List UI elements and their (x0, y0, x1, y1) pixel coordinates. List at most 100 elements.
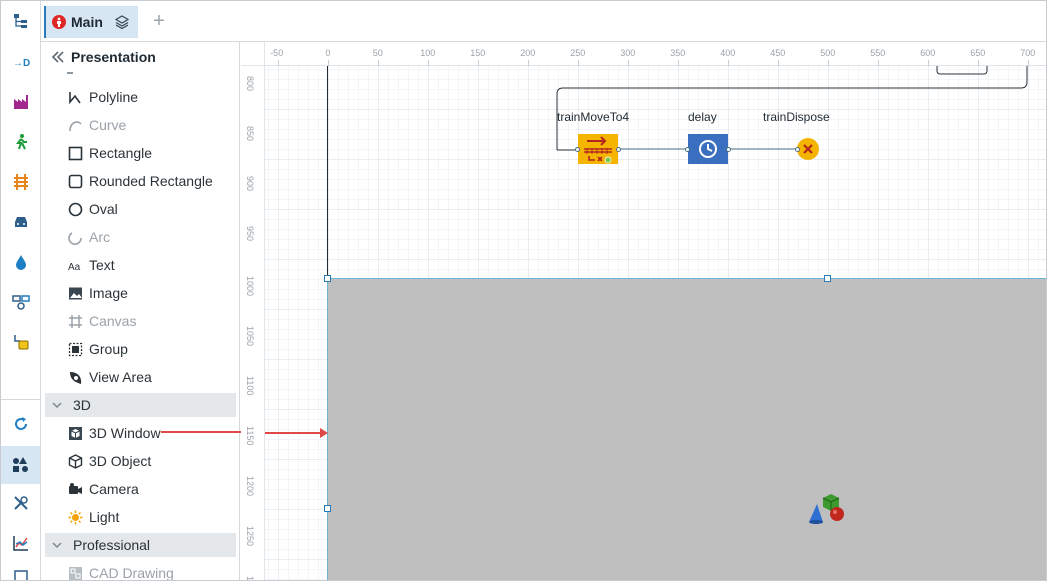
out-port[interactable] (616, 147, 621, 152)
out-port[interactable] (726, 147, 731, 152)
palette-item-label: Curve (89, 117, 127, 133)
cad-drawing-icon (67, 565, 83, 580)
palette-item-text[interactable]: Aa Text (67, 251, 115, 279)
rail-library-icon[interactable] (1, 165, 40, 199)
ruler-tick-label: 600 (920, 48, 936, 58)
view-area-icon (67, 369, 83, 385)
ruler-tick (928, 60, 929, 66)
ruler-tick (678, 60, 679, 66)
palette-item-cad-drawing[interactable]: CAD Drawing (67, 559, 174, 580)
resize-handle-middle-left[interactable] (324, 505, 331, 512)
ruler-tick (978, 60, 979, 66)
resize-handle-top-left[interactable] (324, 275, 331, 282)
presentation-palette-icon[interactable] (1, 446, 40, 484)
ruler-tick-label: -50 (270, 48, 284, 58)
3d-window-shape[interactable] (327, 278, 1046, 580)
palette-item-rounded-rectangle[interactable]: Rounded Rectangle (67, 167, 213, 195)
more-palette-icon[interactable] (1, 566, 40, 580)
palette-item-label: Oval (89, 201, 118, 217)
palette-item-image[interactable]: Image (67, 279, 128, 307)
material-handling-icon[interactable] (1, 285, 40, 319)
rectangle-icon (67, 145, 83, 161)
scrolled-item-remnant (67, 72, 73, 74)
ruler-tick (778, 60, 779, 66)
analysis-palette-icon[interactable] (1, 526, 40, 560)
graphical-editor[interactable]: trainMoveTo4 delay trainDispose -50 0 50… (241, 42, 1046, 580)
add-tab-button[interactable]: + (149, 10, 169, 32)
pedestrian-library-icon[interactable] (1, 125, 40, 159)
light-icon (67, 509, 83, 525)
ruler-tick (828, 60, 829, 66)
ruler-tick-label: 850 (245, 126, 255, 142)
ruler-tick-label: 250 (570, 48, 586, 58)
palette-item-label: View Area (89, 369, 152, 385)
ruler-tick-label: 50 (372, 48, 383, 58)
ruler-tick (1028, 60, 1029, 66)
section-professional[interactable]: Professional (45, 533, 236, 557)
vertical-ruler: 800 850 900 950 1000 1050 1100 1150 1200 1250 1300 (241, 66, 265, 580)
ruler-tick-label: 1300 (245, 576, 255, 580)
palette-item-label: Image (89, 285, 128, 301)
ruler-tick-label: 1050 (245, 326, 255, 347)
delay-label: delay (688, 110, 717, 124)
palette-item-3d-window[interactable]: 3D Window (67, 419, 161, 447)
ruler-tick (328, 60, 329, 66)
palette-item-curve[interactable]: Curve (67, 111, 126, 139)
palette-item-arc[interactable]: Arc (67, 223, 110, 251)
palette-item-3d-object[interactable]: 3D Object (67, 447, 151, 475)
palette-item-label: Canvas (89, 313, 137, 329)
section-3d-label: 3D (73, 397, 91, 413)
projects-tree-icon[interactable] (1, 4, 40, 38)
drag-arrow-tail (161, 431, 241, 433)
group-icon (67, 341, 83, 357)
palette-item-light[interactable]: Light (67, 503, 119, 531)
ruler-tick (628, 60, 629, 66)
palette-item-oval[interactable]: Oval (67, 195, 118, 223)
in-port[interactable] (575, 147, 580, 152)
ruler-tick-label: 150 (470, 48, 486, 58)
agent-type-icon (52, 15, 66, 29)
palette-item-camera[interactable]: Camera (67, 475, 139, 503)
in-port[interactable] (795, 147, 800, 152)
3d-scene-objects-icon (809, 494, 844, 524)
ruler-tick-label: 1150 (245, 426, 255, 446)
ruler-corner (241, 42, 265, 66)
palette-item-view-area[interactable]: View Area (67, 363, 152, 391)
camera-icon (67, 481, 83, 497)
agent-library-icon[interactable] (1, 325, 40, 359)
factory-library-icon[interactable] (1, 85, 40, 119)
3d-window-icon (67, 425, 83, 441)
ruler-tick (278, 60, 279, 66)
left-toolbar: →D (1, 1, 41, 580)
tab-main[interactable]: Main (44, 6, 138, 38)
palette-item-group[interactable]: Group (67, 335, 128, 363)
resize-handle-top-middle[interactable] (824, 275, 831, 282)
palette-item-rectangle[interactable]: Rectangle (67, 139, 152, 167)
process-modeling-icon[interactable]: →D (1, 45, 40, 79)
palette-item-polyline[interactable]: Polyline (67, 83, 138, 111)
ruler-tick-label: 800 (245, 76, 255, 92)
ruler-tick-label: 950 (245, 226, 255, 242)
delay-block[interactable] (685, 134, 731, 164)
train-move-block[interactable] (575, 134, 621, 164)
layers-icon[interactable] (114, 15, 129, 29)
flow-connector-top (556, 66, 1028, 150)
collapse-panel-icon[interactable] (51, 51, 65, 63)
controls-palette-icon[interactable] (1, 486, 40, 520)
palette-item-label: Group (89, 341, 128, 357)
statecharts-icon[interactable] (1, 407, 40, 441)
image-icon (67, 285, 83, 301)
road-traffic-library-icon[interactable] (1, 205, 40, 239)
section-3d[interactable]: 3D (45, 393, 236, 417)
train-dispose-block[interactable] (795, 137, 820, 161)
palette-item-canvas[interactable]: Canvas (67, 307, 136, 335)
ruler-tick-label: 550 (870, 48, 886, 58)
train-dispose-label: trainDispose (763, 110, 830, 124)
tab-main-label: Main (71, 14, 103, 30)
in-port[interactable] (685, 147, 690, 152)
train-move-icon (578, 134, 618, 164)
3d-object-icon (67, 453, 83, 469)
ruler-tick-label: 100 (420, 48, 436, 58)
fluid-library-icon[interactable] (1, 245, 40, 279)
ruler-tick-label: 700 (1020, 48, 1036, 58)
